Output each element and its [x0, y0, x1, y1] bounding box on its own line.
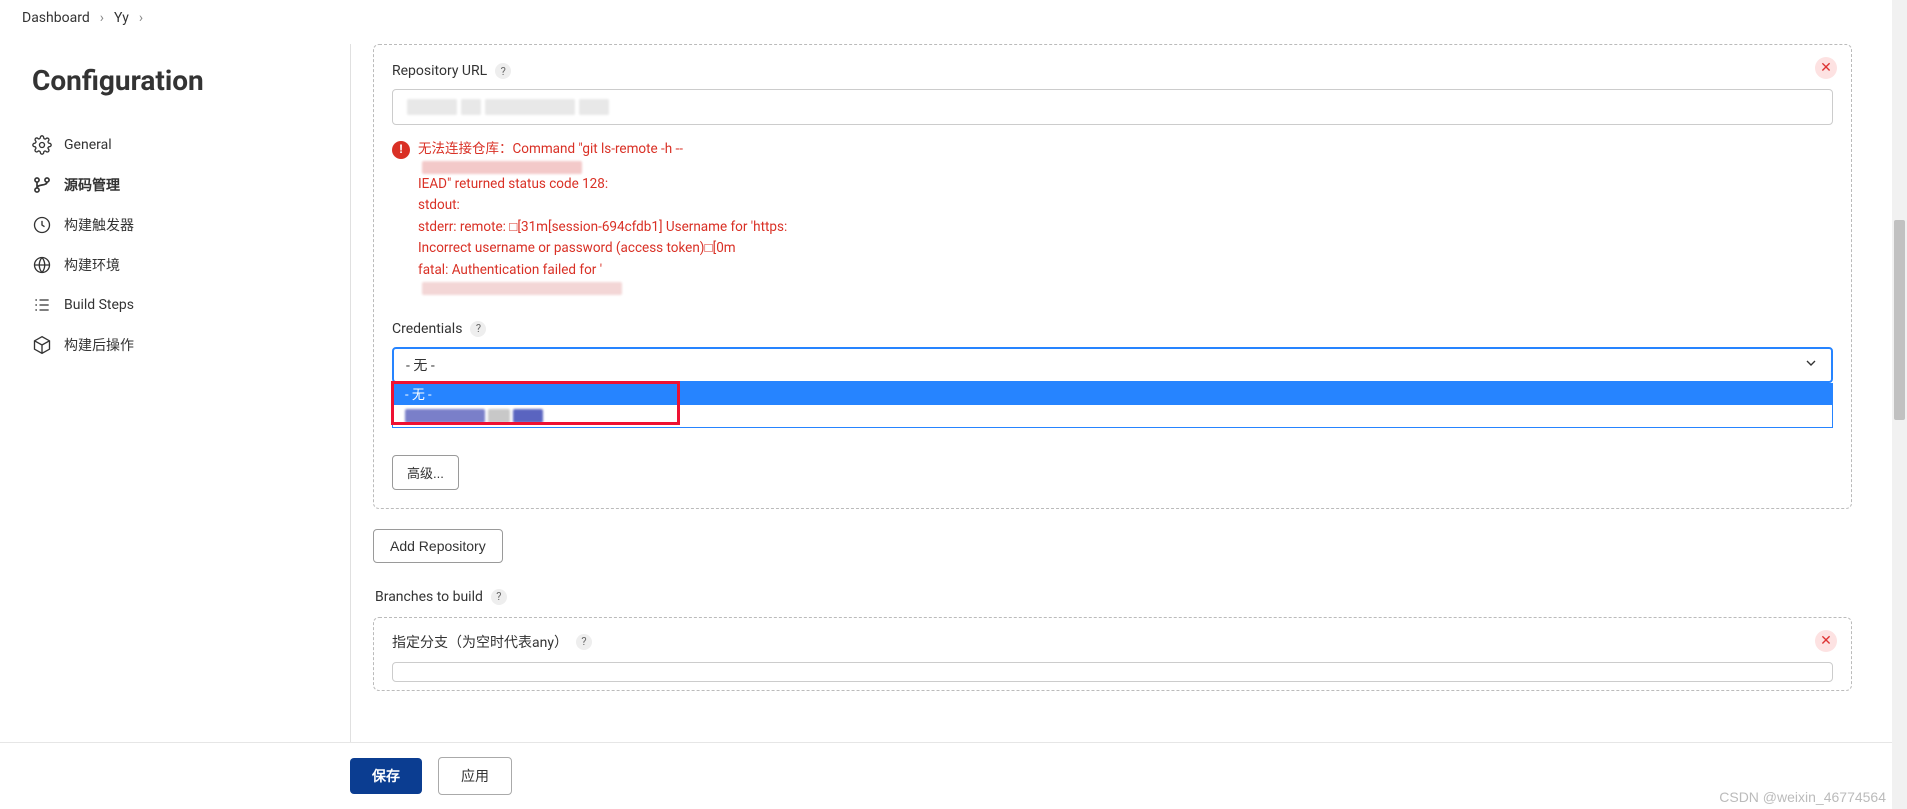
chevron-down-icon — [1803, 355, 1819, 375]
box-icon — [32, 335, 52, 355]
branch-specifier-input[interactable] — [392, 662, 1833, 682]
chevron-right-icon: › — [139, 10, 143, 26]
breadcrumb: Dashboard › Yy › — [0, 0, 1892, 36]
steps-icon — [32, 295, 52, 315]
repository-url-label: Repository URL — [392, 63, 487, 79]
sidebar-item-label: 构建环境 — [64, 255, 120, 275]
sidebar-item-post-build[interactable]: 构建后操作 — [32, 325, 318, 365]
error-message: ! 无法连接仓库：Command "git ls-remote -h --IEA… — [392, 139, 1833, 295]
sidebar-item-triggers[interactable]: 构建触发器 — [32, 205, 318, 245]
credentials-value: - 无 - — [406, 355, 435, 375]
sidebar-item-label: 构建后操作 — [64, 335, 134, 355]
chevron-right-icon: › — [100, 10, 104, 26]
credentials-select-wrap: - 无 - - 无 - — [392, 347, 1833, 383]
branch-specifier-section: ✕ 指定分支（为空时代表any） ? — [373, 617, 1852, 691]
help-icon[interactable]: ? — [495, 63, 511, 79]
add-repository-button[interactable]: Add Repository — [373, 529, 503, 563]
sidebar-item-label: 源码管理 — [64, 175, 120, 195]
breadcrumb-item-yy[interactable]: Yy — [114, 10, 129, 26]
save-button[interactable]: 保存 — [350, 758, 422, 794]
sidebar-item-label: 构建触发器 — [64, 215, 134, 235]
help-icon[interactable]: ? — [576, 634, 592, 650]
sidebar-item-build-env[interactable]: 构建环境 — [32, 245, 318, 285]
sidebar-item-scm[interactable]: 源码管理 — [32, 165, 318, 205]
clock-icon — [32, 215, 52, 235]
main-content: ✕ Repository URL ? ! 无法连接仓库：Command "git… — [350, 44, 1892, 742]
sidebar-item-general[interactable]: General — [32, 125, 318, 165]
credentials-dropdown: - 无 - — [392, 383, 1833, 428]
help-icon[interactable]: ? — [491, 589, 507, 605]
help-icon[interactable]: ? — [470, 321, 486, 337]
credentials-option-none[interactable]: - 无 - — [393, 383, 1832, 405]
repository-section: ✕ Repository URL ? ! 无法连接仓库：Command "git… — [373, 44, 1852, 509]
watermark: CSDN @weixin_46774564 — [1719, 789, 1886, 805]
globe-icon — [32, 255, 52, 275]
sidebar-item-build-steps[interactable]: Build Steps — [32, 285, 318, 325]
remove-branch-button[interactable]: ✕ — [1815, 630, 1837, 652]
credentials-label: Credentials — [392, 321, 462, 337]
branch-specifier-label: 指定分支（为空时代表any） — [392, 632, 568, 652]
error-icon: ! — [392, 141, 410, 159]
branch-icon — [32, 175, 52, 195]
advanced-button[interactable]: 高级... — [392, 455, 459, 490]
sidebar-item-label: General — [64, 137, 112, 153]
scrollbar-thumb[interactable] — [1894, 220, 1905, 420]
branches-to-build-label: Branches to build — [375, 589, 483, 605]
apply-button[interactable]: 应用 — [438, 757, 512, 795]
page-title: Configuration — [32, 64, 318, 97]
credentials-select[interactable]: - 无 - — [392, 347, 1833, 383]
sidebar: Configuration General 源码管理 构建触发器 — [0, 36, 350, 742]
gear-icon — [32, 135, 52, 155]
scrollbar[interactable] — [1892, 0, 1907, 809]
remove-repository-button[interactable]: ✕ — [1815, 57, 1837, 79]
sidebar-item-label: Build Steps — [64, 297, 134, 313]
repository-url-input[interactable] — [392, 89, 1833, 125]
breadcrumb-item-dashboard[interactable]: Dashboard — [22, 10, 90, 26]
bottom-action-bar: 保存 应用 CSDN @weixin_46774564 — [0, 742, 1892, 809]
credentials-option-1[interactable] — [393, 405, 1832, 427]
